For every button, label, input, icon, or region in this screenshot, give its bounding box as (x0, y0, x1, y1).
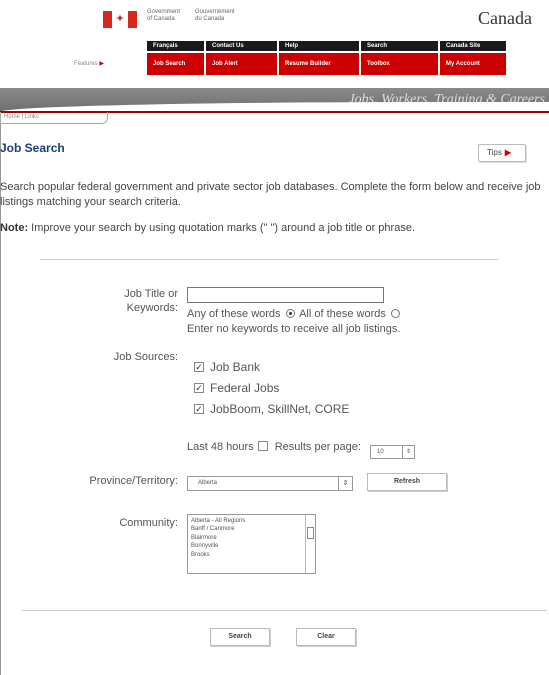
filter-row: Last 48 hours Results per page: 10 ⇕ (187, 440, 415, 459)
federal-jobs-checkbox[interactable]: ✓ (194, 383, 204, 393)
community-label: Community: (119, 517, 178, 529)
divider (22, 610, 547, 611)
keywords-input[interactable] (187, 287, 384, 303)
list-item[interactable]: Blairmore (191, 534, 312, 542)
arrow-right-icon: ▶ (504, 148, 511, 157)
search-button[interactable]: Search (210, 628, 270, 646)
nav-resume-builder[interactable]: Resume Builder (279, 53, 359, 75)
keywords-label: Job Title or Keywords: (124, 288, 178, 314)
clear-button[interactable]: Clear (296, 628, 356, 646)
job-sources-label: Job Sources: (113, 351, 178, 363)
site-banner: Jobs, Workers, Training & Careers (0, 88, 549, 112)
job-bank-label: Job Bank (210, 360, 261, 374)
canada-flag-icon: ✦ (103, 11, 137, 28)
results-per-page-select[interactable]: 10 ⇕ (370, 445, 415, 459)
select-arrows-icon: ⇕ (338, 477, 352, 490)
community-list[interactable]: Alberta - All Regions Banff / Canmore Bl… (187, 514, 316, 574)
select-arrows-icon: ⇕ (402, 446, 414, 458)
page-title: Job Search (0, 141, 65, 155)
scroll-thumb[interactable] (307, 527, 314, 539)
federal-jobs-label: Federal Jobs (210, 381, 280, 395)
arrow-right-icon: ▶ (99, 61, 104, 67)
list-item[interactable]: Banff / Canmore (191, 525, 312, 533)
list-item[interactable]: Alberta - All Regions (191, 517, 312, 525)
no-keywords-hint: Enter no keywords to receive all job lis… (187, 323, 401, 335)
canada-wordmark: Canada (478, 8, 532, 28)
nav-canada-site[interactable]: Canada Site (440, 41, 506, 51)
divider (40, 259, 498, 260)
common-menu-bar: Français Contact Us Help Search Canada S… (147, 41, 506, 51)
all-words-radio[interactable] (390, 309, 400, 318)
nav-toolbox[interactable]: Toolbox (361, 53, 438, 75)
province-select[interactable]: Alberta ⇕ (187, 476, 353, 491)
search-note: Note: Improve your search by using quota… (0, 222, 415, 234)
breadcrumb[interactable]: Home | Links (0, 112, 108, 124)
any-words-radio[interactable] (285, 309, 295, 318)
jobboom-label: JobBoom, SkillNet, CORE (210, 402, 350, 416)
nav-my-account[interactable]: My Account (440, 53, 506, 75)
list-scrollbar[interactable] (305, 515, 315, 573)
intro-text: Search popular federal government and pr… (0, 181, 541, 208)
tips-button[interactable]: Tips ▶ (478, 144, 526, 162)
features-menu-bar: Job Search Job Alert Resume Builder Tool… (147, 53, 506, 75)
keyword-match-options: Any of these words All of these words (187, 307, 402, 321)
province-label: Province/Territory: (89, 475, 178, 487)
nav-job-alert[interactable]: Job Alert (206, 53, 277, 75)
nav-francais[interactable]: Français (147, 41, 204, 51)
list-item[interactable]: Brooks (191, 551, 312, 559)
federal-identity-header: ✦ Government of Canada Gouvernement du C… (0, 0, 549, 38)
nav-search[interactable]: Search (361, 41, 438, 51)
job-bank-checkbox[interactable]: ✓ (194, 362, 204, 372)
nav-contact-us[interactable]: Contact Us (206, 41, 277, 51)
nav-job-search[interactable]: Job Search (147, 53, 204, 75)
refresh-button[interactable]: Refresh (367, 473, 447, 491)
features-label: Features ▶ (74, 61, 104, 67)
government-of-canada-en[interactable]: Government of Canada (147, 9, 180, 23)
government-of-canada-fr[interactable]: Gouvernement du Canada (195, 9, 235, 23)
last-48-hours-checkbox[interactable] (257, 441, 268, 451)
jobboom-checkbox[interactable]: ✓ (194, 404, 204, 414)
list-item[interactable]: Bonnyville (191, 542, 312, 550)
nav-help[interactable]: Help (279, 41, 359, 51)
